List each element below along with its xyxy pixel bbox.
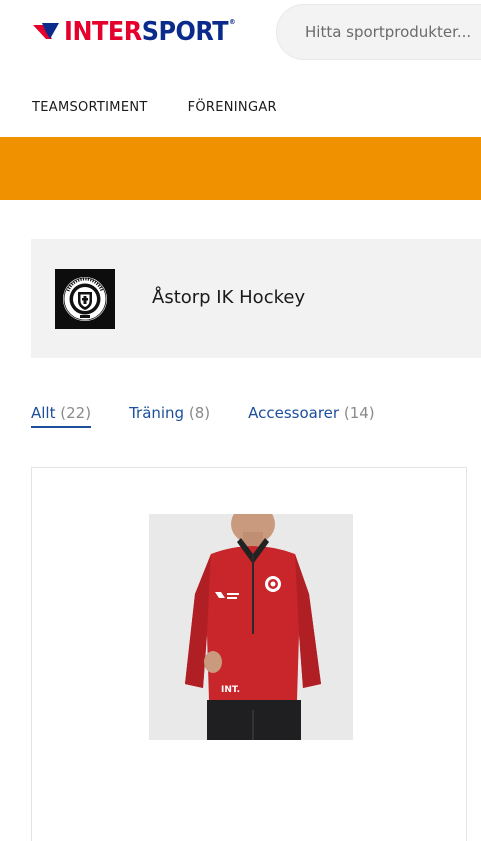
product-card[interactable]: INT.: [31, 467, 467, 841]
search-input[interactable]: [303, 22, 481, 42]
page: INTERSPORT® TEAMSORTIMENT FÖRENINGAR: [0, 0, 481, 841]
orange-banner: [0, 137, 481, 200]
tab-traning-label: Träning: [129, 404, 185, 422]
product-image[interactable]: INT.: [149, 514, 353, 740]
site-header: INTERSPORT®: [0, 0, 481, 64]
category-tabs: Allt (22) Träning (8) Accessoarer (14): [31, 404, 375, 428]
tab-allt-count: (22): [60, 404, 92, 422]
jacket-print-text: INT.: [221, 685, 240, 695]
tab-allt-label: Allt: [31, 404, 56, 422]
search-box[interactable]: [276, 4, 481, 60]
tab-accessoarer[interactable]: Accessoarer (14): [248, 404, 375, 428]
intersport-logo[interactable]: INTERSPORT®: [32, 16, 250, 48]
tab-traning[interactable]: Träning (8): [129, 404, 210, 428]
product-jacket-image: INT.: [149, 514, 353, 740]
logo-registered-mark: ®: [229, 18, 236, 26]
club-header-card: Åstorp IK Hockey: [31, 239, 481, 358]
logo-wordmark: INTERSPORT®: [64, 17, 236, 47]
tab-accessoarer-label: Accessoarer: [248, 404, 340, 422]
tab-allt[interactable]: Allt (22): [31, 404, 92, 428]
club-crest-icon: [55, 269, 115, 329]
nav-item-foreningar[interactable]: FÖRENINGAR: [188, 100, 277, 115]
club-crest-graphic: [63, 277, 107, 321]
tab-traning-count: (8): [188, 404, 211, 422]
main-nav: TEAMSORTIMENT FÖRENINGAR: [32, 100, 277, 115]
intersport-logo-icon: [33, 23, 59, 39]
logo-text-red: INTER: [64, 17, 142, 47]
nav-item-teamsortiment[interactable]: TEAMSORTIMENT: [32, 100, 148, 115]
club-name: Åstorp IK Hockey: [152, 287, 306, 308]
tab-accessoarer-count: (14): [343, 404, 375, 422]
logo-text-blue: SPORT: [141, 17, 229, 47]
